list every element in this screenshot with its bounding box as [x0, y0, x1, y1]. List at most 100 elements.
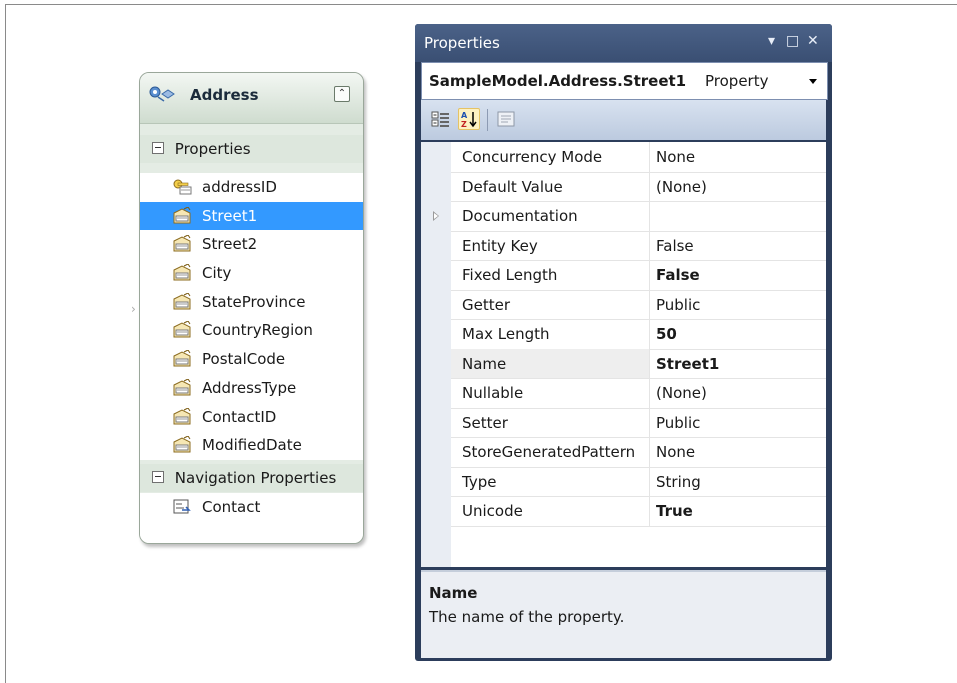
property-grid-row[interactable]: Concurrency Mode None — [451, 142, 826, 173]
property-grid-value[interactable]: None — [656, 443, 695, 461]
entity-property-name: AddressType — [202, 378, 297, 397]
entity-property-row[interactable]: addressID — [140, 173, 363, 202]
figure-border-top — [5, 4, 957, 5]
categorized-icon[interactable] — [430, 108, 452, 130]
collapse-section-icon[interactable] — [152, 141, 164, 154]
property-grid-value[interactable]: String — [656, 473, 701, 491]
properties-section-label: Properties — [174, 140, 251, 158]
entity-property-name: ContactID — [202, 407, 277, 426]
property-grid-name: StoreGeneratedPattern — [462, 443, 636, 461]
scalar-property-icon — [173, 378, 191, 396]
entity-properties-list: addressID Street1 Street2 City StateProvince… — [140, 173, 363, 460]
property-grid-value[interactable]: 50 — [656, 325, 677, 343]
entity-property-name: CountryRegion — [202, 321, 313, 340]
property-grid-row[interactable]: Getter Public — [451, 289, 826, 320]
property-grid: Concurrency Mode None Default Value (None) D… — [421, 142, 826, 567]
navigation-property-icon — [173, 499, 191, 514]
scalar-property-icon — [173, 292, 191, 310]
property-grid-row[interactable]: Nullable (None) — [451, 378, 826, 409]
entity-property-name: addressID — [202, 178, 277, 196]
entity-property-name: City — [202, 264, 232, 283]
property-grid-value[interactable]: None — [656, 148, 695, 166]
close-icon[interactable]: ✕ — [807, 33, 819, 49]
entity-property-name: PostalCode — [202, 350, 286, 369]
connector-handle-icon: › — [131, 302, 136, 316]
properties-section-header[interactable]: Properties — [140, 135, 363, 163]
entity-property-row[interactable]: Street2 — [140, 230, 363, 259]
property-grid-value[interactable]: Street1 — [656, 355, 719, 373]
property-grid-name: Entity Key — [462, 236, 538, 255]
property-grid-value[interactable]: (None) — [656, 178, 707, 196]
pin-dropdown-icon[interactable]: ▾ — [768, 33, 775, 49]
object-type: Property — [705, 72, 769, 90]
chevron-down-icon[interactable] — [809, 79, 817, 84]
column-divider — [649, 348, 650, 378]
scalar-property-icon — [173, 235, 191, 252]
column-divider — [649, 466, 650, 496]
property-grid-name: Nullable — [462, 384, 524, 402]
collapse-icon[interactable]: ⌃ — [334, 86, 350, 102]
entity-header[interactable]: Address ⌃ — [140, 73, 363, 124]
entity-property-row[interactable]: City — [140, 259, 363, 288]
property-grid-value[interactable]: True — [656, 502, 693, 520]
entity-shape-address[interactable]: Address ⌃ Properties addressID Street1 Str… — [139, 72, 364, 544]
object-selector-dropdown[interactable]: SampleModel.Address.Street1 Property — [421, 62, 828, 100]
property-grid-row[interactable]: StoreGeneratedPattern None — [451, 437, 826, 468]
column-divider — [649, 260, 650, 290]
svg-text:A: A — [461, 111, 468, 120]
navigation-section-header[interactable]: Navigation Properties — [140, 464, 363, 492]
property-grid-row[interactable]: Max Length 50 — [451, 319, 826, 350]
property-grid-name: Name — [462, 354, 507, 373]
property-grid-value[interactable]: Public — [656, 296, 700, 314]
property-grid-row[interactable]: Entity Key False — [451, 230, 826, 261]
entity-navigation-list: Contact — [140, 493, 363, 543]
property-grid-row[interactable]: Name Street1 — [451, 348, 826, 379]
alphabetical-sort-icon[interactable]: A Z — [458, 108, 480, 130]
properties-toolbar: A Z — [421, 100, 826, 140]
description-pane: Name The name of the property. — [421, 570, 826, 658]
column-divider — [649, 142, 650, 172]
navigation-section-label: Navigation Properties — [174, 469, 337, 487]
navigation-property-name: Contact — [202, 498, 261, 516]
scalar-property-icon — [173, 407, 191, 424]
scalar-property-icon — [173, 264, 191, 281]
property-grid-row[interactable]: Default Value (None) — [451, 171, 826, 202]
property-grid-row[interactable]: Fixed Length False — [451, 260, 826, 291]
property-grid-row[interactable]: Documentation — [451, 201, 826, 232]
entity-property-name: ModifiedDate — [202, 436, 302, 455]
entity-property-name: Street2 — [202, 235, 258, 254]
entity-property-row[interactable]: Street1 — [140, 201, 363, 231]
key-property-icon — [173, 179, 192, 195]
entity-property-name: Street1 — [202, 206, 258, 225]
maximize-icon[interactable]: □ — [786, 33, 799, 49]
property-grid-name: Unicode — [462, 502, 523, 520]
entity-property-row[interactable]: ContactID — [140, 403, 363, 432]
properties-titlebar[interactable]: Properties ▾ □ ✕ — [415, 24, 832, 62]
entity-property-row[interactable]: CountryRegion — [140, 316, 363, 345]
description-title: Name — [429, 584, 478, 602]
property-grid-name: Max Length — [462, 325, 550, 343]
properties-window: Properties ▾ □ ✕ SampleModel.Address.Str… — [415, 24, 832, 661]
property-grid-name: Default Value — [462, 177, 563, 196]
column-divider — [649, 407, 650, 437]
entity-property-row[interactable]: StateProvince — [140, 288, 363, 317]
property-grid-name: Concurrency Mode — [462, 148, 603, 166]
property-grid-value[interactable]: False — [656, 266, 700, 284]
navigation-property-row[interactable]: Contact — [140, 493, 363, 522]
property-grid-row[interactable]: Setter Public — [451, 407, 826, 438]
property-grid-name: Type — [462, 472, 497, 491]
column-divider — [649, 437, 650, 467]
property-grid-row[interactable]: Type String — [451, 466, 826, 497]
property-grid-value[interactable]: False — [656, 237, 694, 255]
property-grid-row[interactable]: Unicode True — [451, 496, 826, 527]
entity-property-row[interactable]: AddressType — [140, 374, 363, 403]
property-grid-value[interactable]: Public — [656, 414, 700, 432]
property-pages-icon[interactable] — [495, 108, 517, 130]
property-grid-value[interactable]: (None) — [656, 384, 707, 402]
collapse-section-icon[interactable] — [152, 470, 164, 483]
entity-property-row[interactable]: ModifiedDate — [140, 431, 363, 460]
entity-property-row[interactable]: PostalCode — [140, 345, 363, 374]
expand-arrow-icon[interactable] — [433, 211, 439, 221]
description-text: The name of the property. — [429, 608, 625, 626]
figure-border-left — [5, 4, 6, 683]
